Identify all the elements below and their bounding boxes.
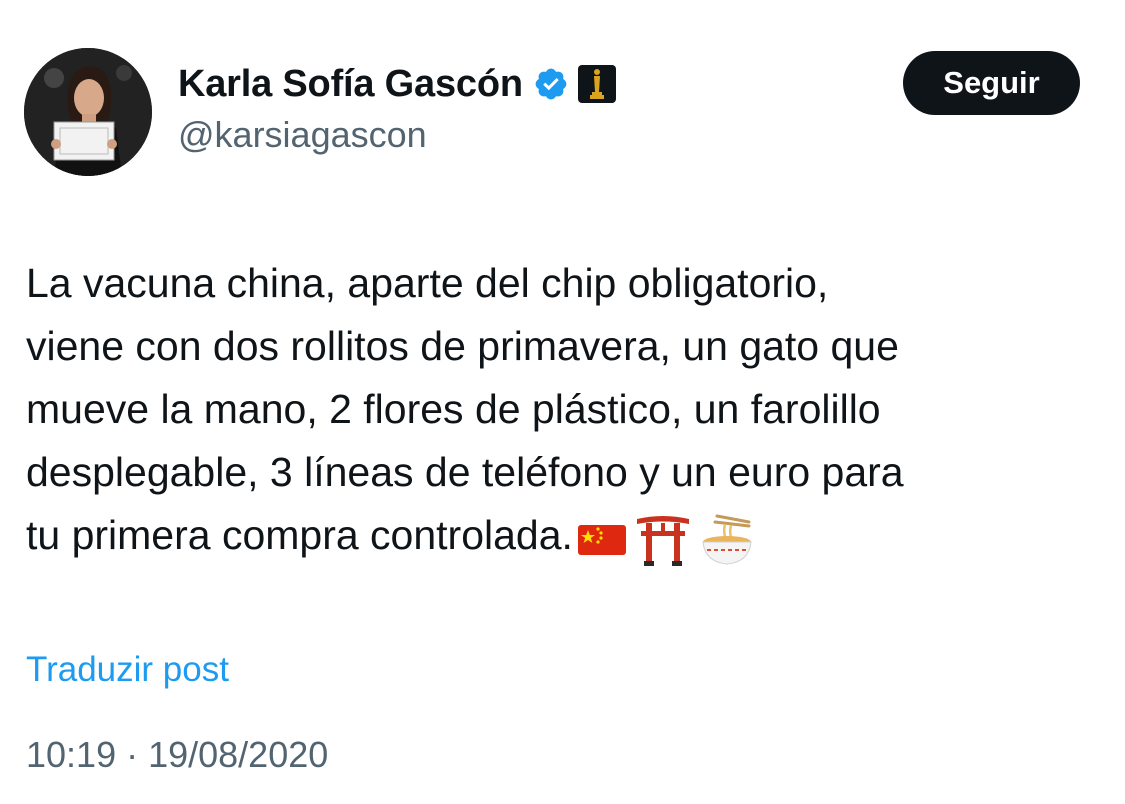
follow-button[interactable]: Seguir: [903, 51, 1080, 115]
post-timestamp[interactable]: 10:19 · 19/08/2020: [26, 734, 328, 776]
emoji-row: [577, 512, 763, 568]
post-line: tu primera compra controlada.: [26, 512, 573, 558]
user-handle[interactable]: @karsiagascon: [178, 114, 427, 156]
post-text: La vacuna china, aparte del chip obligat…: [26, 252, 1106, 568]
display-name[interactable]: Karla Sofía Gascón: [178, 63, 523, 106]
post-line: desplegable, 3 líneas de teléfono y un e…: [26, 449, 904, 495]
award-statuette-icon: [577, 64, 617, 104]
post-line: mueve la mano, 2 flores de plástico, un …: [26, 386, 881, 432]
name-row: Karla Sofía Gascón: [178, 58, 617, 110]
torii-gate-icon: [636, 516, 689, 566]
translate-post-link[interactable]: Traduzir post: [26, 650, 229, 690]
verified-badge-icon[interactable]: [533, 66, 569, 102]
noodle-bowl-icon: [702, 514, 752, 565]
post-line: viene con dos rollitos de primavera, un …: [26, 323, 899, 369]
post-line: La vacuna china, aparte del chip obligat…: [26, 260, 829, 306]
avatar[interactable]: [24, 48, 152, 176]
post-line-last: tu primera compra controlada.: [26, 504, 1106, 568]
tweet-card: Karla Sofía Gascón @karsiagascon Seguir …: [0, 0, 1125, 804]
china-flag-icon: [577, 525, 626, 555]
